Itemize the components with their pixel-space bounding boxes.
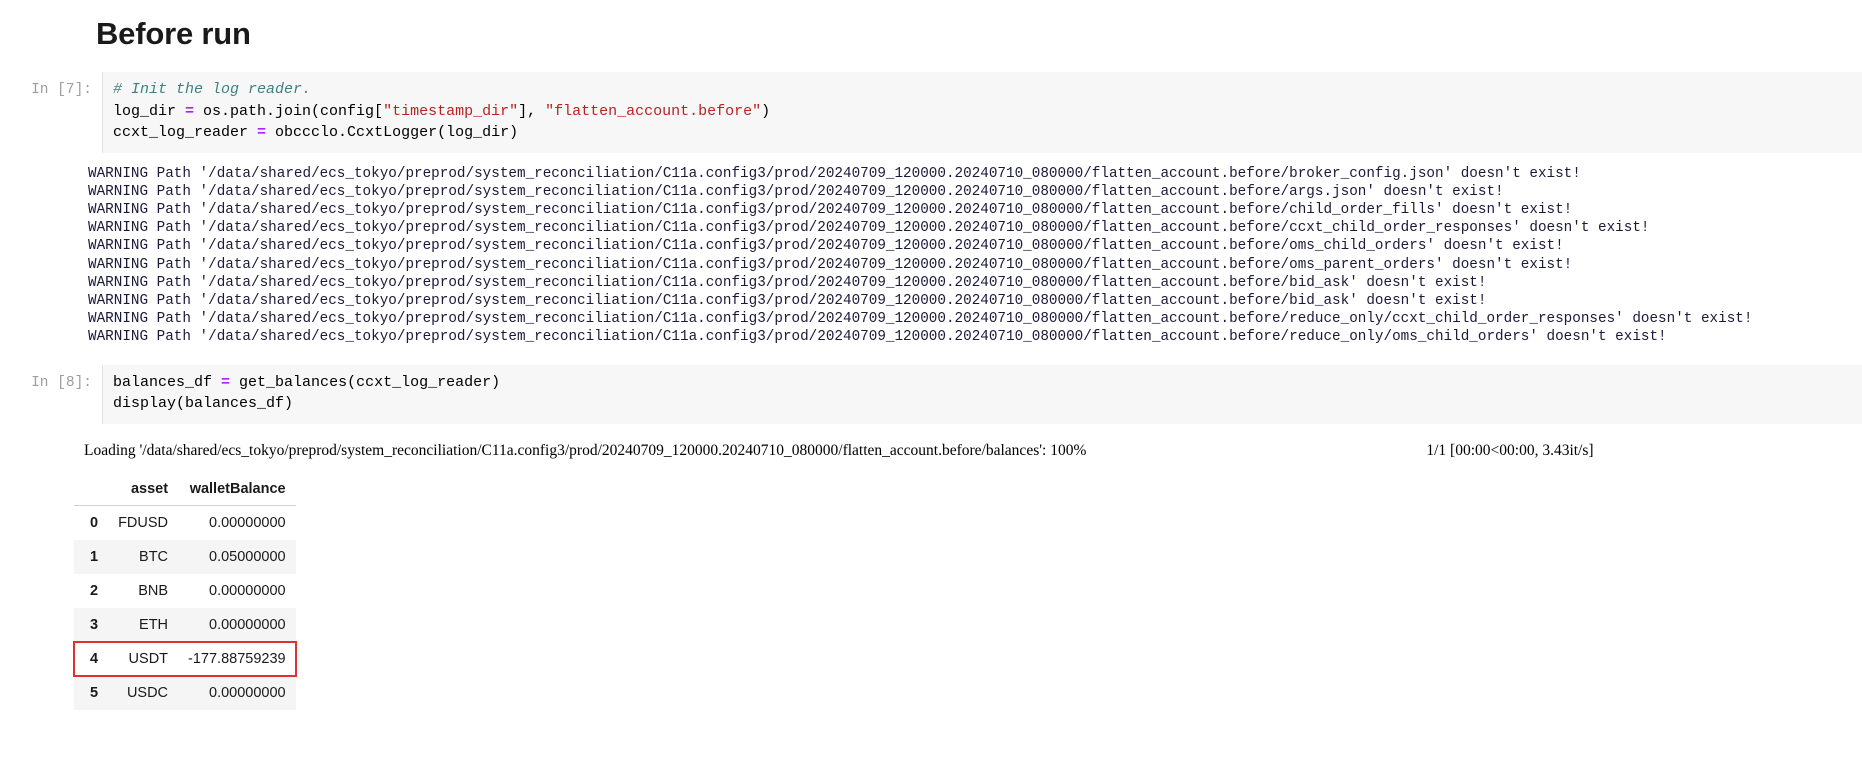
table-header: asset walletBalance bbox=[74, 474, 296, 506]
code-token-op: = bbox=[185, 102, 195, 120]
table-col-header-asset: asset bbox=[108, 474, 179, 506]
code-token-plain: get_balances(ccxt_log_reader) bbox=[230, 373, 501, 391]
table-row-index: 5 bbox=[90, 684, 99, 701]
table-cell-asset: BNB bbox=[138, 582, 169, 599]
code-token-plain: ) bbox=[761, 102, 771, 120]
code-token-op: = bbox=[221, 373, 231, 391]
code-token-string: "flatten_account.before" bbox=[545, 102, 762, 120]
progress-label: Loading '/data/shared/ecs_tokyo/preprod/… bbox=[84, 441, 1087, 459]
table-cell-asset: USDC bbox=[126, 684, 169, 701]
table-cell-walletBalance: 0.00000000 bbox=[209, 616, 286, 633]
warning-line: WARNING Path '/data/shared/ecs_tokyo/pre… bbox=[88, 329, 1667, 346]
warning-line: WARNING Path '/data/shared/ecs_tokyo/pre… bbox=[88, 311, 1753, 328]
code-line: # Init the log reader. bbox=[113, 79, 1862, 101]
table-row-index: 0 bbox=[90, 514, 99, 531]
progress-bar-track bbox=[1096, 440, 1417, 461]
table-cell-asset: ETH bbox=[139, 616, 169, 633]
code-token-plain: obccclo.CcxtLogger(log_dir) bbox=[266, 124, 519, 141]
code-cell-7[interactable]: In [7]: # Init the log reader. log_dir = … bbox=[0, 72, 1862, 153]
table-col-header-index bbox=[74, 474, 109, 506]
notebook-container: Before run In [7]: # Init the log reader… bbox=[0, 0, 1862, 710]
table-row: 5 USDC 0.00000000 bbox=[74, 675, 296, 710]
code-line: display(balances_df) bbox=[113, 393, 1862, 415]
table-cell-asset: BTC bbox=[139, 548, 169, 565]
code-token-plain: ccxt_log_reader bbox=[113, 124, 258, 141]
table-body: 0 FDUSD 0.00000000 1 BTC 0.05000000 2 BNB 0.0000… bbox=[73, 505, 297, 710]
table-row: 2 BNB 0.00000000 bbox=[74, 574, 296, 608]
table-row: 0 FDUSD 0.00000000 bbox=[74, 505, 296, 540]
table-row-index: 3 bbox=[90, 616, 99, 633]
dataframe-output: asset walletBalance 0 FDUSD 0.00000000 1 BTC 0… bbox=[0, 461, 1862, 710]
table-header-row: asset walletBalance bbox=[74, 474, 296, 506]
table-cell-asset: USDT bbox=[128, 650, 169, 667]
warning-line: WARNING Path '/data/shared/ecs_tokyo/pre… bbox=[88, 183, 1504, 200]
code-token-op: = bbox=[257, 124, 267, 141]
code-token-plain: display(balances_df) bbox=[113, 395, 294, 413]
cell-prompt-in-8: In [8]: bbox=[31, 374, 92, 391]
table-row-highlighted: 4 USDT -177.88759239 bbox=[73, 640, 297, 677]
table-cell-walletBalance: 0.00000000 bbox=[209, 684, 286, 701]
code-token-plain: balances_df bbox=[113, 373, 222, 391]
table-cell-walletBalance: -177.88759239 bbox=[188, 650, 286, 667]
code-input-8[interactable]: balances_df = get_balances(ccxt_log_read… bbox=[102, 364, 1862, 424]
code-line: ccxt_log_reader = obccclo.CcxtLogger(log… bbox=[113, 122, 1862, 144]
warning-line: WARNING Path '/data/shared/ecs_tokyo/pre… bbox=[88, 165, 1581, 182]
warning-line: WARNING Path '/data/shared/ecs_tokyo/pre… bbox=[88, 238, 1564, 255]
cell-prompt-in-7: In [7]: bbox=[31, 82, 92, 98]
warning-output-block: WARNING Path '/data/shared/ecs_tokyo/pre… bbox=[0, 153, 1862, 347]
warning-line: WARNING Path '/data/shared/ecs_tokyo/pre… bbox=[88, 256, 1573, 273]
code-line: balances_df = get_balances(ccxt_log_read… bbox=[113, 372, 1862, 394]
progress-stats: 1/1 [00:00<00:00, 3.43it/s] bbox=[1426, 441, 1594, 459]
table-cell-walletBalance: 0.00000000 bbox=[209, 514, 286, 531]
code-input-7[interactable]: # Init the log reader. log_dir = os.path.… bbox=[102, 72, 1862, 153]
table-row: 3 ETH 0.00000000 bbox=[74, 607, 296, 642]
page-title: Before run bbox=[96, 16, 251, 51]
code-cell-8[interactable]: In [8]: balances_df = get_balances(ccxt_… bbox=[0, 364, 1862, 424]
balances-table: asset walletBalance 0 FDUSD 0.00000000 1 BTC 0… bbox=[73, 474, 297, 710]
code-token-plain: ], bbox=[518, 102, 546, 120]
code-line: log_dir = os.path.join(config["timestamp… bbox=[113, 101, 1862, 123]
code-token-string: "timestamp_dir" bbox=[383, 102, 519, 120]
code-token-comment: # Init the log reader. bbox=[113, 81, 312, 98]
table-row: 1 BTC 0.05000000 bbox=[74, 539, 296, 574]
code-token-plain: os.path.join(config[ bbox=[194, 102, 384, 120]
warning-line: WARNING Path '/data/shared/ecs_tokyo/pre… bbox=[88, 274, 1487, 291]
warning-line: WARNING Path '/data/shared/ecs_tokyo/pre… bbox=[88, 220, 1650, 237]
progress-output-row: Loading '/data/shared/ecs_tokyo/preprod/… bbox=[0, 424, 1862, 461]
table-row-index: 1 bbox=[90, 548, 99, 565]
table-cell-walletBalance: 0.00000000 bbox=[209, 582, 286, 599]
table-cell-walletBalance: 0.05000000 bbox=[209, 548, 286, 565]
code-token-plain: log_dir bbox=[113, 102, 186, 120]
table-row-index: 2 bbox=[90, 582, 99, 599]
warning-line: WARNING Path '/data/shared/ecs_tokyo/pre… bbox=[88, 201, 1573, 218]
warning-line: WARNING Path '/data/shared/ecs_tokyo/pre… bbox=[88, 292, 1487, 309]
table-cell-asset: FDUSD bbox=[118, 514, 169, 531]
table-col-header-walletBalance: walletBalance bbox=[178, 474, 296, 506]
table-row-index: 4 bbox=[90, 650, 99, 667]
